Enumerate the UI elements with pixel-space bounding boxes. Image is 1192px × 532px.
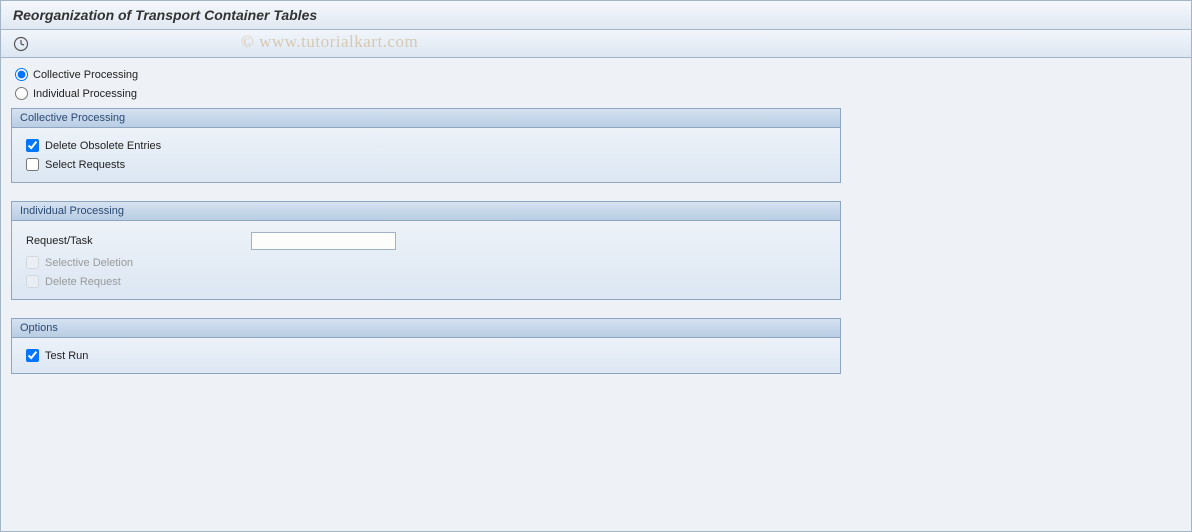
select-requests-checkbox[interactable] [26,158,39,171]
options-group-body: Test Run [12,338,840,373]
request-task-input[interactable] [251,232,396,250]
selective-deletion-label: Selective Deletion [45,257,133,269]
request-task-row: Request/Task [22,229,830,253]
radio-collective-label: Collective Processing [33,69,138,81]
radio-individual-input[interactable] [15,87,28,100]
individual-group-header: Individual Processing [12,202,840,221]
individual-processing-group: Individual Processing Request/Task Selec… [11,201,841,300]
delete-obsolete-label: Delete Obsolete Entries [45,140,161,152]
individual-group-body: Request/Task Selective Deletion Delete R… [12,221,840,299]
request-task-label: Request/Task [26,235,251,247]
delete-request-label: Delete Request [45,276,121,288]
radio-collective-processing[interactable]: Collective Processing [11,66,1181,83]
select-requests-row: Select Requests [22,155,830,174]
test-run-checkbox[interactable] [26,349,39,362]
options-group-header: Options [12,319,840,338]
radio-individual-processing[interactable]: Individual Processing [11,85,1181,102]
page-title: Reorganization of Transport Container Ta… [13,7,317,23]
title-bar: Reorganization of Transport Container Ta… [1,1,1191,30]
delete-request-row: Delete Request [22,272,830,291]
delete-obsolete-row: Delete Obsolete Entries [22,136,830,155]
content-area: Collective Processing Individual Process… [1,58,1191,382]
radio-collective-input[interactable] [15,68,28,81]
delete-request-checkbox [26,275,39,288]
delete-obsolete-checkbox[interactable] [26,139,39,152]
test-run-row: Test Run [22,346,830,365]
collective-processing-group: Collective Processing Delete Obsolete En… [11,108,841,183]
collective-group-header: Collective Processing [12,109,840,128]
selective-deletion-row: Selective Deletion [22,253,830,272]
selective-deletion-checkbox [26,256,39,269]
execute-icon[interactable] [11,34,31,54]
toolbar: © www.tutorialkart.com [1,30,1191,58]
test-run-label: Test Run [45,350,88,362]
radio-individual-label: Individual Processing [33,88,137,100]
options-group: Options Test Run [11,318,841,374]
watermark: © www.tutorialkart.com [241,32,418,52]
collective-group-body: Delete Obsolete Entries Select Requests [12,128,840,182]
select-requests-label: Select Requests [45,159,125,171]
